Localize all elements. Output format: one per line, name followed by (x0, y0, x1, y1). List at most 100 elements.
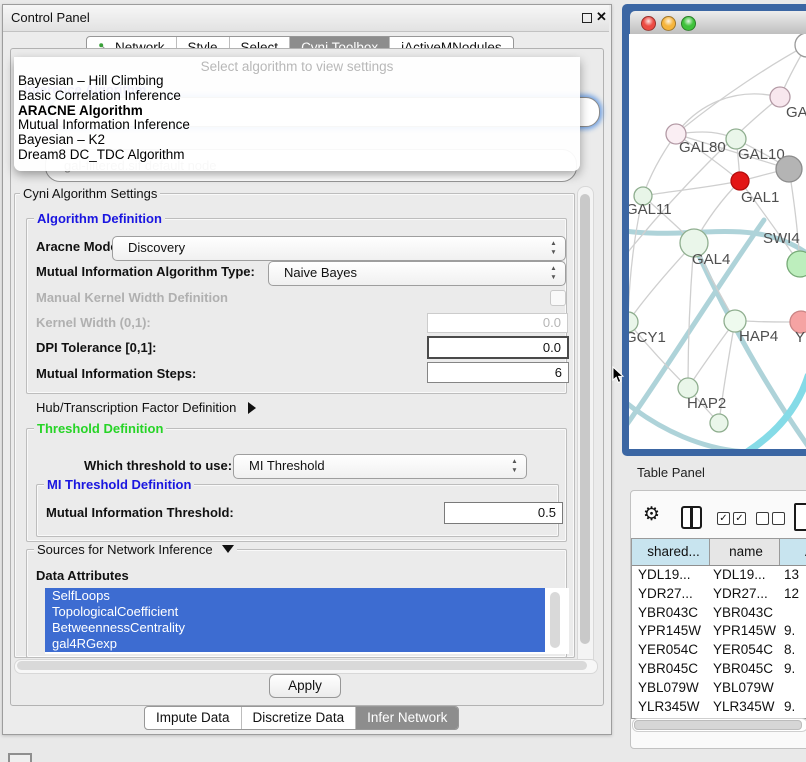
aracne-mode-combo[interactable]: Discovery ▲▼ (112, 236, 566, 261)
table-cell: YLR345W (710, 698, 780, 717)
algorithm-option[interactable]: Dream8 DC_TDC Algorithm (14, 148, 580, 163)
table-cell: YBR043C (710, 604, 780, 623)
table-row[interactable]: YBL079WYBL079W (632, 679, 806, 698)
unchecked-checkbox-icon[interactable] (772, 512, 785, 525)
attribute-item[interactable]: gal4RGexp (45, 636, 545, 652)
table-cell: YDL19... (632, 566, 710, 585)
table-cell: YPR145W (710, 622, 780, 641)
expander-collapsed-icon (248, 402, 256, 414)
mi-algorithm-type-label: Mutual Information Algorithm Type: (36, 263, 255, 281)
minimize-traffic-light[interactable] (661, 16, 676, 31)
document-icon[interactable] (794, 503, 806, 531)
table-header-row: shared...nameA (632, 539, 806, 566)
table-cell: YBR045C (710, 660, 780, 679)
column-header[interactable]: shared... (632, 539, 710, 565)
column-header[interactable]: name (710, 539, 780, 565)
columns-icon[interactable] (681, 506, 702, 529)
network-node[interactable] (795, 34, 806, 57)
screen: Control Panel ✕ NetworkStyleSelectCyni T… (0, 0, 806, 762)
data-attributes-list[interactable]: SelfLoopsTopologicalCoefficientBetweenne… (45, 588, 569, 654)
zoom-traffic-light[interactable] (681, 16, 696, 31)
mi-threshold-group-title: MI Threshold Definition (44, 477, 194, 492)
table-row[interactable]: YPR145WYPR145W9. (632, 622, 806, 641)
collapsed-panel-icon[interactable] (8, 753, 32, 762)
hub-transcription-expander[interactable]: Hub/Transcription Factor Definition (36, 399, 256, 417)
table-cell (780, 604, 806, 623)
table-cell: 9. (780, 660, 806, 679)
gear-icon[interactable]: ⚙ (643, 503, 660, 526)
dpi-tolerance-field[interactable]: 0.0 (427, 336, 569, 359)
algorithm-dropdown: Select algorithm to view settings Bayesi… (14, 57, 580, 171)
float-window-icon[interactable] (582, 13, 592, 23)
node-label: GAL10 (738, 146, 785, 163)
network-graph[interactable]: GALGAL80GAL10GAL1GAL11SWI4GAL4GCY1HAP4YH… (629, 34, 806, 449)
attributes-scrollbar-thumb[interactable] (550, 592, 560, 648)
close-traffic-light[interactable] (641, 16, 656, 31)
algorithm-option[interactable]: Mutual Information Inference (14, 118, 580, 133)
attribute-item[interactable]: BetweennessCentrality (45, 620, 545, 636)
unchecked-checkbox-icon[interactable] (756, 512, 769, 525)
table-cell: YBR043C (632, 604, 710, 623)
sources-group-title[interactable]: Sources for Network Inference (34, 542, 237, 557)
node-table[interactable]: shared...nameA YDL19...YDL19...13YDR27..… (631, 538, 806, 719)
kernel-width-field[interactable]: 0.0 (427, 313, 568, 333)
which-threshold-combo[interactable]: MI Threshold ▲▼ (233, 454, 527, 479)
algorithm-option[interactable]: ARACNE Algorithm (14, 104, 580, 119)
table-row[interactable]: YBR045CYBR045C9. (632, 660, 806, 679)
table-cell: YDR27... (632, 585, 710, 604)
node-label: SWI4 (763, 230, 800, 247)
table-cell: 13 (780, 566, 806, 585)
network-edge (676, 94, 780, 134)
node-label: GAL (786, 104, 806, 121)
network-node[interactable] (776, 156, 802, 182)
mi-steps-field[interactable]: 6 (427, 362, 569, 383)
table-cell: YBR045C (632, 660, 710, 679)
manual-kernel-width-checkbox[interactable] (550, 290, 566, 306)
tab-infer-network[interactable]: Infer Network (355, 707, 458, 729)
table-panel-title: Table Panel (637, 465, 705, 480)
cyni-bottom-tab-bar: Impute DataDiscretize DataInfer Network (144, 706, 459, 730)
checked-checkbox-icon[interactable]: ✓ (733, 512, 746, 525)
tab-discretize-data[interactable]: Discretize Data (241, 707, 356, 729)
network-node-swi4[interactable] (787, 251, 806, 277)
network-node[interactable] (710, 414, 728, 432)
table-cell: 12 (780, 585, 806, 604)
table-row[interactable]: YBR043CYBR043C (632, 604, 806, 623)
checked-checkbox-icon[interactable]: ✓ (717, 512, 730, 525)
dpi-tolerance-label: DPI Tolerance [0,1]: (36, 339, 156, 357)
node-label: GAL11 (629, 201, 672, 218)
node-label: GAL1 (741, 189, 779, 206)
cyni-algorithm-settings-title: Cyni Algorithm Settings (20, 186, 160, 201)
network-node-gal1[interactable] (731, 172, 749, 190)
table-body: YDL19...YDL19...13YDR27...YDR27...12YBR0… (632, 566, 806, 719)
algorithm-option[interactable]: Basic Correlation Inference (14, 89, 580, 104)
mi-threshold-field[interactable]: 0.5 (444, 502, 563, 524)
table-cell: YDR27... (710, 585, 780, 604)
settings-horizontal-scrollbar-thumb[interactable] (17, 661, 587, 670)
manual-kernel-width-label: Manual Kernel Width Definition (36, 289, 228, 307)
attribute-item[interactable]: TopologicalCoefficient (45, 604, 545, 620)
mi-algorithm-type-combo[interactable]: Naive Bayes ▲▼ (268, 261, 566, 286)
settings-vertical-scrollbar-thumb[interactable] (580, 194, 590, 644)
table-row[interactable]: YER054CYER054C8. (632, 641, 806, 660)
table-row[interactable]: YDL19...YDL19...13 (632, 566, 806, 585)
tab-impute-data[interactable]: Impute Data (145, 707, 241, 729)
network-canvas[interactable]: GALGAL80GAL10GAL1GAL11SWI4GAL4GCY1HAP4YH… (629, 34, 806, 449)
table-cell: YER054C (710, 641, 780, 660)
apply-button[interactable]: Apply (269, 674, 341, 698)
table-row[interactable]: YDR27...YDR27...12 (632, 585, 806, 604)
table-cell: YBL079W (710, 679, 780, 698)
which-threshold-value: MI Threshold (249, 455, 325, 477)
network-window-titlebar[interactable] (630, 11, 806, 35)
algorithm-option[interactable]: Bayesian – K2 (14, 133, 580, 148)
network-edge (643, 181, 740, 196)
node-label: GAL4 (692, 251, 730, 268)
close-window-icon[interactable]: ✕ (596, 9, 607, 25)
table-horizontal-scrollbar-thumb[interactable] (634, 720, 802, 730)
column-header[interactable]: A (780, 539, 806, 565)
control-panel-titlebar[interactable] (3, 5, 609, 32)
attribute-item[interactable]: SelfLoops (45, 588, 545, 604)
algorithm-option[interactable]: Bayesian – Hill Climbing (14, 74, 580, 89)
table-row[interactable]: YLR345WYLR345W9. (632, 698, 806, 717)
data-attributes-label: Data Attributes (36, 567, 129, 585)
